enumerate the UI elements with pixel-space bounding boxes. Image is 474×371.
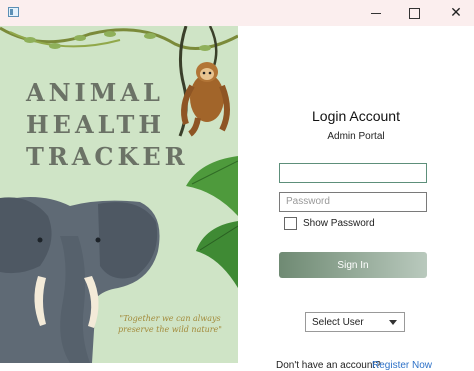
illustration-panel: ANIMAL HEALTH TRACKER "Together we can a…	[0, 26, 238, 363]
sign-in-button[interactable]: Sign In	[279, 252, 427, 278]
login-heading: Login Account	[312, 108, 400, 124]
elephant-illustration	[0, 197, 160, 363]
no-account-text: Don't have an account?	[276, 360, 381, 371]
login-subheading: Admin Portal	[327, 131, 385, 142]
app-title-line-3: TRACKER	[26, 142, 189, 171]
window-icon	[8, 7, 19, 17]
minimize-button[interactable]	[355, 0, 397, 26]
select-user-dropdown[interactable]: Select User	[305, 312, 405, 332]
close-icon: ✕	[450, 5, 462, 21]
register-now-link[interactable]: Register Now	[372, 360, 432, 371]
maximize-icon	[408, 7, 420, 19]
quote-text: "Together we can always preserve the wil…	[118, 314, 222, 334]
close-button[interactable]: ✕	[435, 0, 474, 26]
app-title-line-1: ANIMAL	[26, 78, 164, 107]
login-panel: Login Account Admin Portal Password Show…	[238, 26, 474, 371]
username-input[interactable]	[279, 163, 427, 183]
title-bar: ✕	[0, 0, 474, 26]
app-title-line-2: HEALTH	[26, 110, 166, 139]
chevron-down-icon	[389, 320, 397, 325]
minimize-icon	[371, 12, 381, 14]
select-user-label: Select User	[312, 316, 364, 328]
show-password-checkbox[interactable]	[284, 217, 297, 230]
show-password-row: Show Password	[284, 217, 375, 230]
palm-leaf-decoration	[186, 156, 238, 288]
show-password-label[interactable]: Show Password	[303, 218, 375, 229]
password-input[interactable]: Password	[279, 192, 427, 212]
app-window: ✕ ANIMAL HEALTH TRACKER "Together we can…	[0, 0, 474, 371]
maximize-button[interactable]	[393, 0, 435, 26]
